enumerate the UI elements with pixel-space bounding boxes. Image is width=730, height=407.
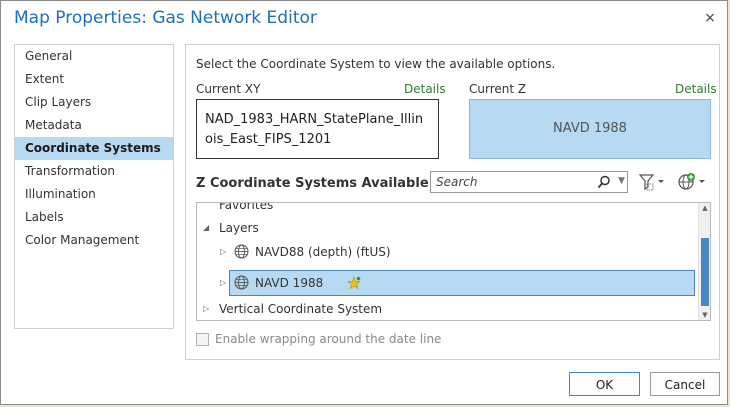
nav-item-coordinate-systems[interactable]: Coordinate Systems [15,137,173,160]
nav-item-labels[interactable]: Labels [15,206,173,229]
nav-item-metadata[interactable]: Metadata [15,114,173,137]
add-coordinate-system-button[interactable] [676,172,708,192]
tree-item-vertical-coordinate-system[interactable]: ▷ Vertical Coordinate System [197,298,677,320]
wrap-dateline-label: Enable wrapping around the date line [215,332,442,346]
collapse-triangle-icon[interactable]: ◢ [203,217,209,239]
tree-item-vertical-label: Vertical Coordinate System [219,302,383,316]
nav-item-illumination[interactable]: Illumination [15,183,173,206]
coordinate-systems-panel: Select the Coordinate System to view the… [185,44,720,360]
globe-icon [234,275,249,290]
nav-item-general[interactable]: General [15,45,173,68]
globe-icon [234,244,249,259]
current-z-value: NAVD 1988 [469,99,711,159]
tree-item-navd88-depth[interactable]: ▷ NAVD88 (depth) (ftUS) [197,241,677,263]
dialog-title: Map Properties: Gas Network Editor [14,8,317,28]
current-xy-label: Current XY [196,82,261,96]
cancel-button[interactable]: Cancel [650,372,720,396]
search-dropdown-icon[interactable]: ▼ [618,176,625,186]
z-details-link[interactable]: Details [675,82,717,96]
expand-triangle-icon[interactable]: ▷ [220,272,226,294]
scroll-down-icon[interactable]: ▼ [699,311,710,319]
tree-scrollbar[interactable]: ▲ ▼ [698,203,710,320]
title-bar: Map Properties: Gas Network Editor × [1,1,727,37]
search-input[interactable]: Search ▼ [430,171,628,193]
search-placeholder: Search [436,175,478,189]
nav-item-clip-layers[interactable]: Clip Layers [15,91,173,114]
intro-text: Select the Coordinate System to view the… [196,57,556,71]
current-xy-value: NAD_1983_HARN_StatePlane_Illinois_East_F… [196,99,439,159]
filter-icon [638,174,664,191]
search-icon[interactable] [597,175,611,189]
tree-item-navd-1988[interactable]: ▷ NAVD 1988 [197,272,677,294]
coordinate-systems-tree: Favorites ◢ Layers ▷ NAVD88 (depth) (ftU… [196,202,711,321]
tree-item-label: NAVD88 (depth) (ftUS) [255,245,391,259]
map-properties-dialog: Map Properties: Gas Network Editor × Gen… [0,0,728,405]
close-icon[interactable]: × [699,8,721,30]
tree-item-label: NAVD 1988 [255,276,324,290]
add-globe-icon [678,173,705,190]
scroll-up-icon[interactable]: ▲ [699,204,710,212]
tree-item-layers-label: Layers [219,221,259,235]
favorite-star-icon[interactable] [347,276,361,290]
tree-item-favorites[interactable]: Favorites [219,203,273,216]
tree-item-layers[interactable]: ◢ Layers [197,217,677,239]
nav-item-color-management[interactable]: Color Management [15,229,173,252]
ok-button[interactable]: OK [569,372,640,396]
nav-item-extent[interactable]: Extent [15,68,173,91]
expand-triangle-icon[interactable]: ▷ [203,298,209,320]
nav-item-transformation[interactable]: Transformation [15,160,173,183]
current-z-label: Current Z [469,82,527,96]
scroll-thumb[interactable] [701,238,709,306]
filter-button[interactable] [637,172,667,192]
expand-triangle-icon[interactable]: ▷ [220,241,226,263]
properties-nav: General Extent Clip Layers Metadata Coor… [14,44,174,329]
xy-details-link[interactable]: Details [404,82,446,96]
wrap-dateline-checkbox[interactable] [196,333,209,346]
z-systems-heading: Z Coordinate Systems Available [196,176,429,191]
